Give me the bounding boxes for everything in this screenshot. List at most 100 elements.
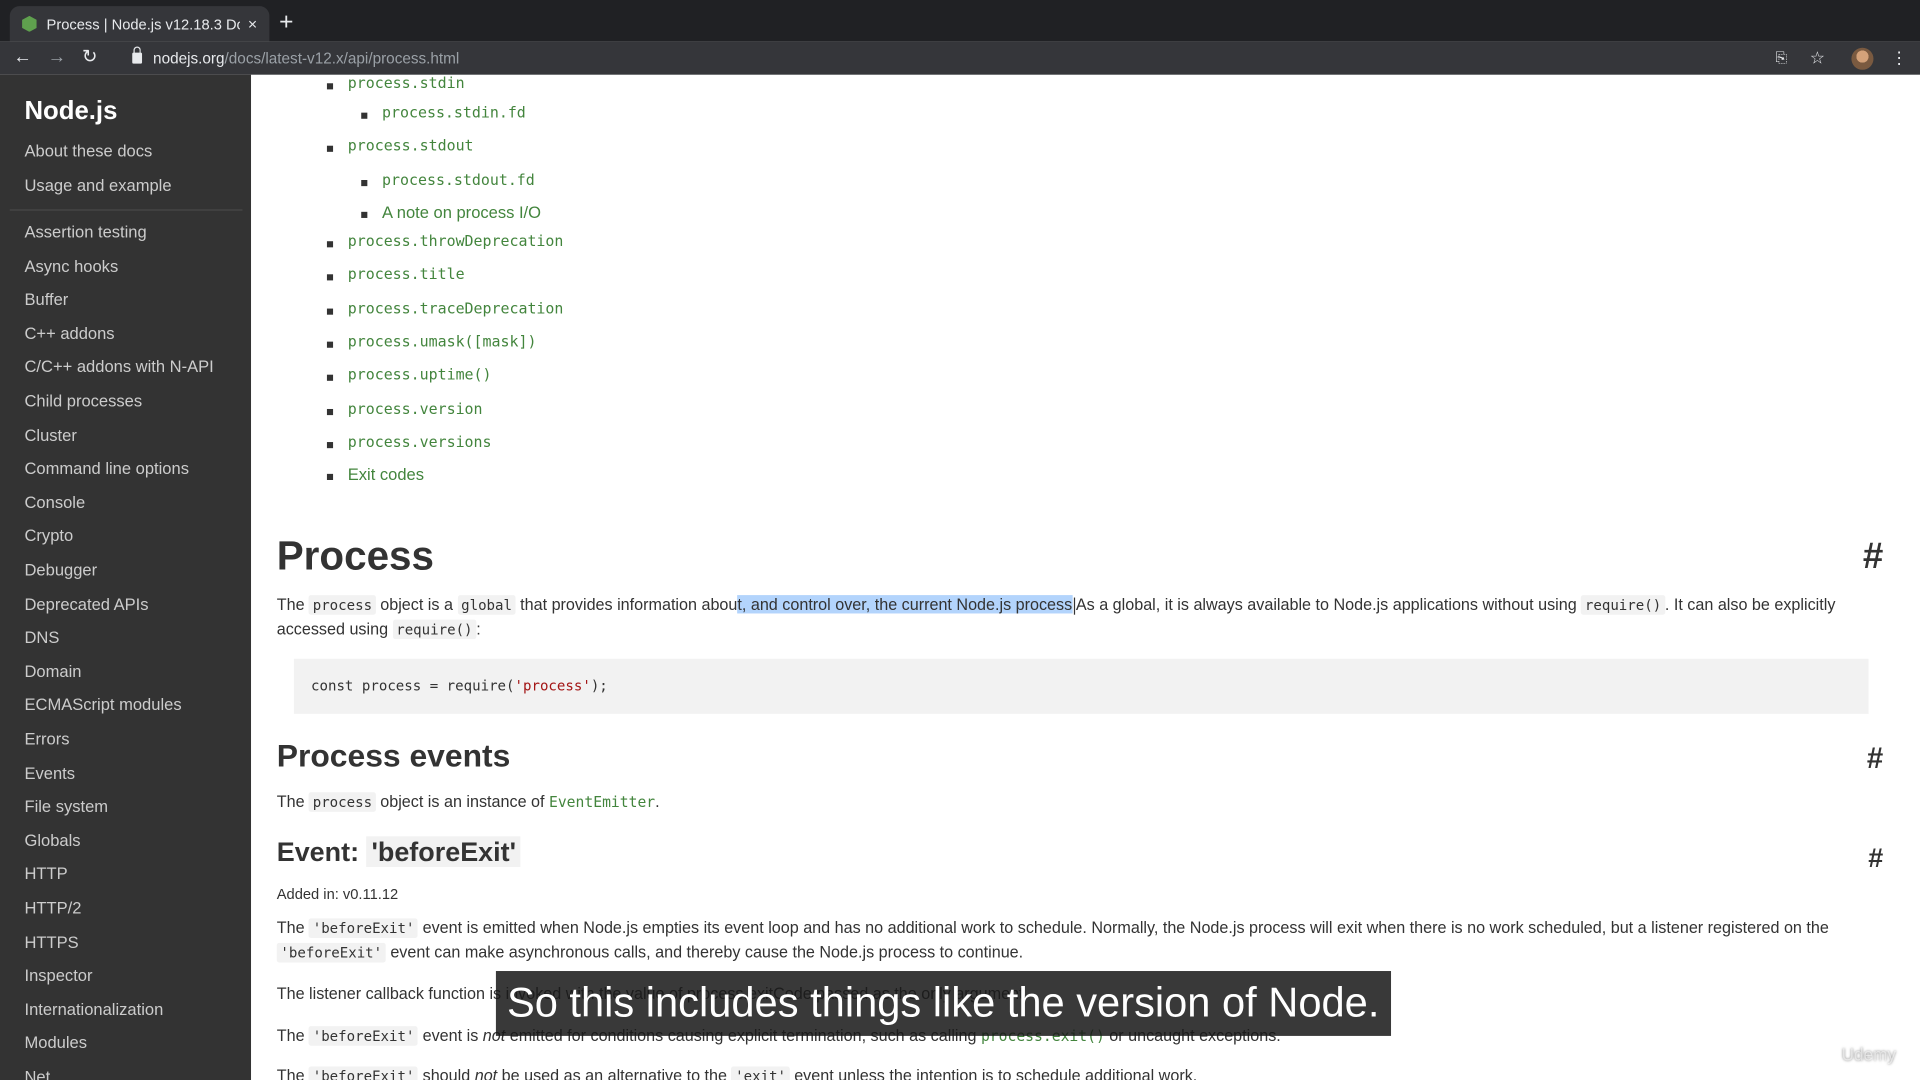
profile-avatar[interactable] [1851,47,1874,70]
added-in-version: Added in: v0.11.12 [276,885,399,903]
sidebar-item[interactable]: HTTP [24,865,67,883]
list-bullet [326,83,334,90]
sidebar-item[interactable]: Errors [24,730,69,748]
events-anchor-link[interactable]: # [1867,742,1883,776]
screen: Process | Node.js v12.18.3 Doc × + ← → ↻… [0,0,1920,1080]
beforeexit-anchor-link[interactable]: # [1868,842,1883,874]
sidebar-item[interactable]: Net [24,1068,50,1080]
sidebar-item[interactable]: HTTPS [24,933,78,951]
inline-code: require() [1581,595,1665,615]
list-bullet [361,211,368,218]
list-bullet [361,112,368,119]
toc-link[interactable]: process.version [348,400,483,417]
toc-link[interactable]: process.stdin [348,75,465,92]
new-tab-icon[interactable]: + [279,10,293,34]
toc-link[interactable]: process.uptime() [348,366,492,383]
sidebar-item[interactable]: File system [24,797,108,815]
sidebar-item[interactable]: Buffer [24,290,68,308]
sidebar-divider [9,209,243,211]
sidebar-item[interactable]: C++ addons [24,324,114,342]
inline-code: 'beforeExit' [309,918,419,938]
browser-tab[interactable]: Process | Node.js v12.18.3 Doc × [9,6,270,42]
docs-sidebar: Node.js About these docs Usage and exampl… [0,74,252,1080]
sidebar-item[interactable]: Console [24,493,85,511]
page-title: Process [276,532,435,578]
sidebar-item[interactable]: Crypto [24,527,73,545]
text-cursor [1073,596,1075,615]
sidebar-brand[interactable]: Node.js [24,97,117,126]
address-bar[interactable]: nodejs.org/docs/latest-v12.x/api/process… [118,44,1832,72]
beforeexit-heading: Event: 'beforeExit' [277,836,521,868]
back-arrow-icon[interactable]: ← [13,47,31,69]
sidebar-item[interactable]: Assertion testing [24,223,146,241]
toc-link[interactable]: process.umask([mask]) [348,333,537,350]
inline-code: global [457,595,516,615]
sidebar-item[interactable]: Command line options [24,459,188,477]
sidebar-item[interactable]: Internationalization [24,1000,163,1018]
inline-code: process [309,792,376,812]
sidebar-item[interactable]: Domain [24,662,81,680]
bookmark-star-icon[interactable]: ☆ [1810,47,1825,69]
url-path: /docs/latest-v12.x/api/process.html [224,49,460,67]
toc-link[interactable]: Exit codes [348,465,424,483]
sidebar-item[interactable]: Events [24,764,75,782]
inline-code: require() [392,619,477,640]
sidebar-item[interactable]: Debugger [24,561,97,579]
toc-link[interactable]: process.stdin.fd [382,104,526,121]
selected-text: t, and control over, the current Node.js… [737,595,1073,614]
video-caption: So this includes things like the version… [495,971,1391,1036]
list-bullet [361,180,368,187]
translate-icon[interactable]: ⎘ [1776,47,1788,69]
toc-link[interactable]: process.throwDeprecation [348,233,564,250]
sidebar-item[interactable]: Usage and example [24,176,171,194]
sidebar-item[interactable]: Cluster [24,426,76,444]
alternative-exit-paragraph: The 'beforeExit' should not be used as a… [277,1064,1893,1080]
list-bullet [326,341,334,348]
sidebar-item[interactable]: ECMAScript modules [24,696,181,714]
inline-code: 'exit' [731,1066,790,1080]
list-bullet [326,374,334,381]
toc-link[interactable]: process.versions [348,433,492,450]
inline-code: 'beforeExit' [309,1026,419,1046]
browser-toolbar: ← → ↻ nodejs.org/docs/latest-v12.x/api/p… [0,41,1920,75]
list-bullet [326,308,334,315]
process-anchor-link[interactable]: # [1863,536,1883,578]
tab-title: Process | Node.js v12.18.3 Doc [46,15,241,33]
toc-link[interactable]: process.stdout [348,137,474,154]
udemy-watermark: Udemy [1841,1044,1896,1065]
sidebar-item[interactable]: About these docs [24,142,152,160]
sidebar-item[interactable]: Deprecated APIs [24,595,148,613]
inline-code: process [309,595,376,615]
list-bullet [326,473,334,481]
toc-link[interactable]: process.title [348,266,465,283]
forward-arrow-icon[interactable]: → [48,47,66,69]
lock-icon [132,46,143,64]
sidebar-item[interactable]: C/C++ addons with N-API [24,358,213,376]
inline-code: 'beforeExit' [276,942,386,963]
toc-link[interactable]: A note on process I/O [382,203,541,221]
reload-icon[interactable]: ↻ [82,47,97,69]
code-example: const process = require('process'); [293,658,1869,714]
sidebar-item[interactable]: Modules [24,1034,86,1052]
list-bullet [326,241,334,248]
process-events-heading: Process events [276,737,511,774]
browser-tabstrip: Process | Node.js v12.18.3 Doc × + [0,0,1920,42]
eventemitter-link[interactable]: EventEmitter [549,793,655,810]
list-bullet [326,408,334,416]
list-bullet [326,442,334,449]
sidebar-item[interactable]: Child processes [24,392,142,410]
toc-link[interactable]: process.stdout.fd [382,171,535,188]
close-tab-icon[interactable]: × [248,15,257,33]
sidebar-item[interactable]: HTTP/2 [24,899,81,917]
inline-code: 'beforeExit' [309,1066,419,1080]
chrome-menu-icon[interactable]: ⋮ [1891,47,1908,69]
beforeexit-description: The 'beforeExit' event is emitted when N… [276,918,1829,963]
sidebar-item[interactable]: Inspector [24,966,92,984]
sidebar-item[interactable]: DNS [24,628,59,646]
toc-link[interactable]: process.traceDeprecation [348,300,564,317]
list-bullet [326,274,334,281]
events-intro: The process object is an instance of Eve… [276,792,660,812]
list-bullet [326,145,334,152]
sidebar-item[interactable]: Async hooks [24,257,118,275]
sidebar-item[interactable]: Globals [24,831,80,849]
